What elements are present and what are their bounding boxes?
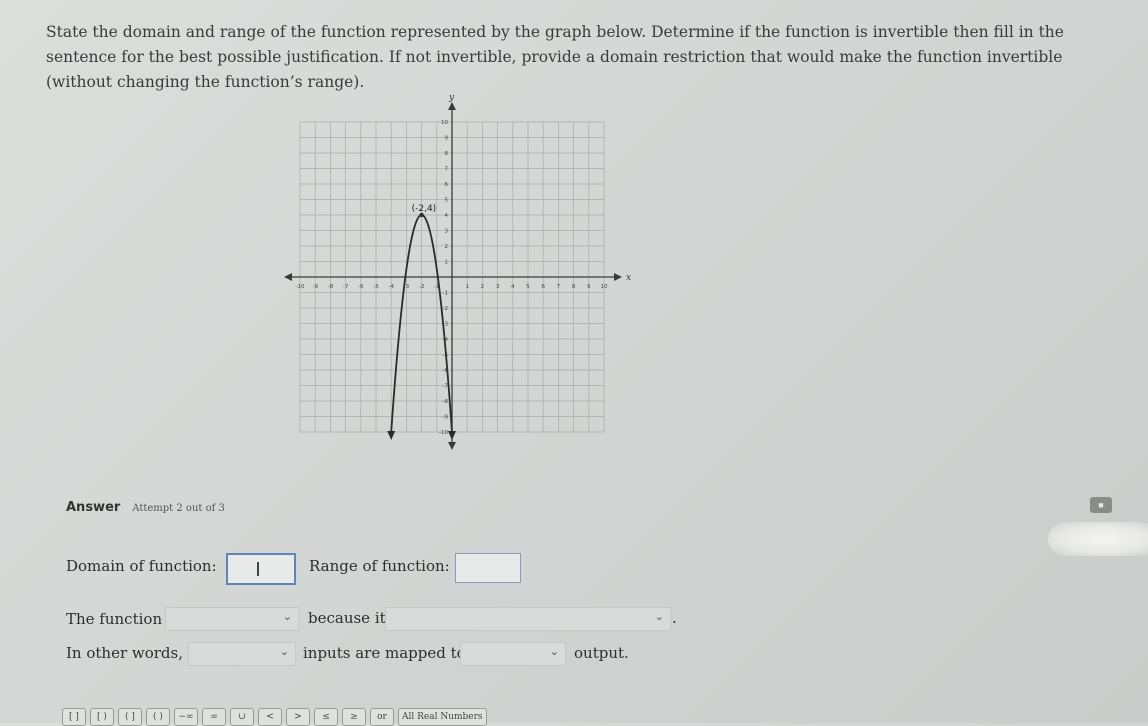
y-tick-label: -8: [443, 399, 449, 405]
x-tick-label: -8: [328, 284, 334, 290]
chevron-down-icon: ⌄: [549, 645, 559, 658]
toolbar-button[interactable]: ∪: [230, 708, 254, 726]
y-tick-label: 4: [445, 213, 449, 219]
x-tick-label: 4: [511, 284, 515, 290]
inputs-dropdown[interactable]: ⌄: [188, 642, 296, 666]
output-label: output.: [574, 644, 629, 662]
toolbar-button[interactable]: All Real Numbers: [398, 708, 487, 726]
x-tick-label: -5: [373, 284, 379, 290]
x-tick-label: 3: [496, 284, 500, 290]
x-axis-arrow-right: [614, 273, 622, 281]
toolbar-button[interactable]: <: [258, 708, 282, 726]
domain-input[interactable]: [226, 553, 296, 585]
curve-arrow-right: [448, 431, 456, 440]
x-tick-label: 6: [541, 284, 545, 290]
toolbar-button[interactable]: [ ]: [62, 708, 86, 726]
y-tick-label: 5: [445, 198, 449, 204]
x-tick-label: -7: [343, 284, 349, 290]
calculator-icon[interactable]: ▦: [1090, 497, 1112, 513]
y-tick-label: 6: [445, 182, 449, 188]
question-prompt: State the domain and range of the functi…: [46, 23, 1064, 91]
chevron-down-icon: ⌄: [279, 645, 289, 658]
vertex-label: (-2,4): [412, 204, 437, 214]
toolbar-button[interactable]: or: [370, 708, 394, 726]
y-axis-arrow-down: [448, 442, 456, 450]
x-tick-label: 9: [587, 284, 591, 290]
math-toolbar: [ ][ )( ]( ) −∞ ∞ ∪ < > ≤ ≥ or All Real Numbers: [62, 708, 487, 726]
x-tick-label: -6: [358, 284, 364, 290]
range-input[interactable]: [455, 553, 521, 583]
domain-label: Domain of function:: [66, 557, 217, 575]
y-tick-label: -1: [443, 291, 448, 297]
x-tick-label: -4: [388, 284, 394, 290]
because-label: because it: [308, 609, 386, 627]
y-tick-label: -2: [443, 306, 448, 312]
y-tick-label: 8: [445, 151, 449, 157]
toolbar-button[interactable]: ≥: [342, 708, 366, 726]
x-axis-arrow-left: [284, 273, 292, 281]
text-cursor: [257, 562, 259, 576]
y-tick-label: 2: [445, 244, 449, 250]
y-tick-label: 3: [445, 229, 449, 235]
y-tick-label: -10: [439, 430, 448, 436]
y-tick-label: 1: [445, 260, 449, 266]
graph-svg: xy-10 -9 -8 -7 -6 -5 -4 -3 -2 -1 1 2 3 4 5 6 7 8 9 10109876…: [284, 93, 631, 450]
toolbar-button[interactable]: −∞: [174, 708, 198, 726]
toolbar-button[interactable]: ∞: [202, 708, 226, 726]
y-tick-label: 9: [445, 136, 449, 142]
x-tick-label: -10: [296, 284, 305, 290]
y-tick-label: 10: [441, 120, 448, 126]
chevron-down-icon: ⌄: [654, 610, 664, 623]
y-axis-label: y: [448, 93, 455, 103]
x-axis-label: x: [626, 273, 631, 283]
x-tick-label: 7: [557, 284, 561, 290]
x-tick-label: 1: [465, 284, 469, 290]
toolbar-button[interactable]: >: [286, 708, 310, 726]
y-tick-label: 7: [445, 167, 449, 173]
answer-label: Answer: [66, 500, 121, 515]
justification-dropdown[interactable]: ⌄: [385, 607, 671, 631]
sentence-period: .: [672, 609, 677, 627]
curve-arrow-left: [387, 431, 396, 440]
invertible-dropdown[interactable]: ⌄: [165, 607, 299, 631]
y-tick-label: -9: [443, 415, 449, 421]
range-label: Range of function:: [309, 557, 450, 575]
x-tick-label: -9: [312, 284, 318, 290]
output-dropdown[interactable]: ⌄: [460, 642, 566, 666]
inputs-mapped-label: inputs are mapped to: [303, 644, 466, 662]
function-label: The function: [66, 610, 163, 628]
toolbar-button[interactable]: [ ): [90, 708, 114, 726]
toolbar-button[interactable]: ( ]: [118, 708, 142, 726]
x-tick-label: -2: [419, 284, 424, 290]
toolbar-button[interactable]: ( ): [146, 708, 170, 726]
answer-header: Answer Attempt 2 out of 3: [66, 500, 225, 515]
x-tick-label: 10: [601, 284, 608, 290]
toolbar-button[interactable]: ≤: [314, 708, 338, 726]
x-tick-label: 2: [481, 284, 485, 290]
x-tick-label: 5: [526, 284, 530, 290]
other-words-label: In other words,: [66, 644, 183, 662]
y-axis-arrow-up: [448, 102, 456, 110]
x-tick-label: 8: [572, 284, 576, 290]
screen-glare: [1048, 522, 1148, 556]
function-graph: x y -10 -9 -8 -7 -6 -5 -4 -3 -2 -1 1 2 3 4 5 6 7 8 9 10 10 9 8 7 6…: [282, 92, 634, 452]
chevron-down-icon: ⌄: [282, 610, 292, 623]
attempt-counter: Attempt 2 out of 3: [132, 503, 225, 514]
